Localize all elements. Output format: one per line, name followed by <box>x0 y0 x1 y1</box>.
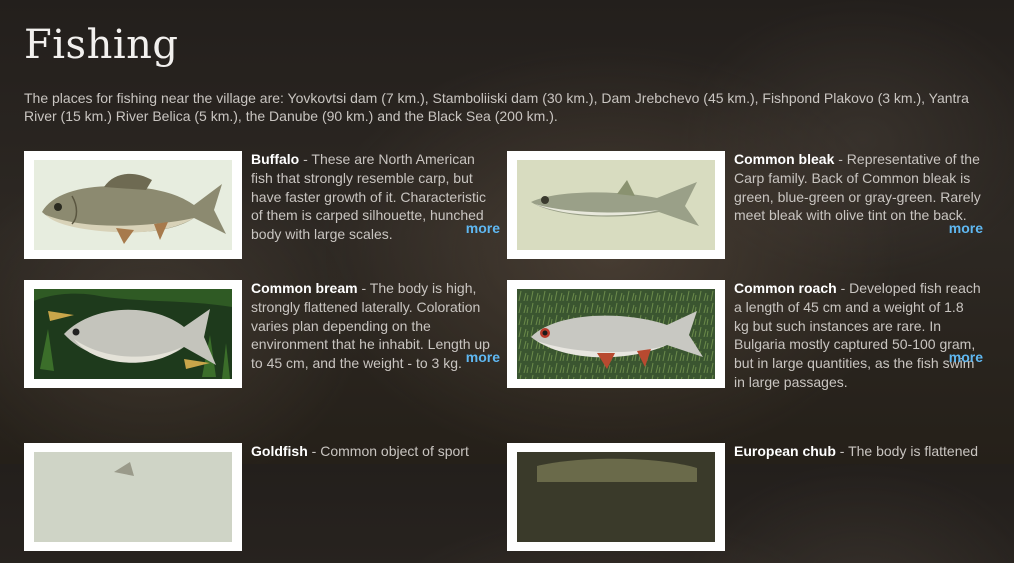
goldfish-image[interactable] <box>34 452 232 542</box>
fish-card-european-chub: European chub - The body is flattened <box>507 443 991 563</box>
fish-name: Goldfish <box>251 443 308 459</box>
fish-name: European chub <box>734 443 836 459</box>
fish-card-goldfish: Goldfish - Common object of sport <box>24 443 508 563</box>
fish-thumbnail-frame[interactable] <box>507 280 725 388</box>
fish-summary: - Common object of sport <box>307 443 469 459</box>
intro-text: The places for fishing near the village … <box>24 90 969 124</box>
fish-thumbnail-frame[interactable] <box>24 151 242 259</box>
fish-description: European chub - The body is flattened <box>734 442 982 461</box>
fish-description: Common roach - Developed fish reach a le… <box>734 279 982 392</box>
common-bream-image[interactable] <box>34 289 232 379</box>
fish-description: Common bream - The body is high, strongl… <box>251 279 499 373</box>
fish-description: Goldfish - Common object of sport <box>251 442 499 461</box>
more-link[interactable]: more <box>949 349 983 365</box>
european-chub-image[interactable] <box>517 452 715 542</box>
fish-name: Common roach <box>734 280 837 296</box>
fish-description: Common bleak - Representative of the Car… <box>734 150 982 225</box>
fish-summary: - Developed fish reach a length of 45 cm… <box>734 280 981 390</box>
fish-card-common-bleak: Common bleak - Representative of the Car… <box>507 151 991 271</box>
fish-thumbnail-frame[interactable] <box>507 151 725 259</box>
more-link[interactable]: more <box>949 220 983 236</box>
fish-card-common-bream: Common bream - The body is high, strongl… <box>24 280 508 400</box>
common-bleak-image[interactable] <box>517 160 715 250</box>
fish-thumbnail-frame[interactable] <box>24 280 242 388</box>
fish-description: Buffalo - These are North American fish … <box>251 150 499 244</box>
fish-thumbnail-frame[interactable] <box>507 443 725 551</box>
fish-summary: - The body is flattened <box>835 443 979 459</box>
fish-name: Buffalo <box>251 151 300 167</box>
buffalo-image[interactable] <box>34 160 232 250</box>
fish-name: Common bleak <box>734 151 835 167</box>
page-title: Fishing <box>24 22 179 68</box>
common-roach-image[interactable] <box>517 289 715 379</box>
more-link[interactable]: more <box>466 349 500 365</box>
fish-card-common-roach: Common roach - Developed fish reach a le… <box>507 280 991 400</box>
more-link[interactable]: more <box>466 220 500 236</box>
fish-name: Common bream <box>251 280 358 296</box>
fish-thumbnail-frame[interactable] <box>24 443 242 551</box>
fish-card-buffalo: Buffalo - These are North American fish … <box>24 151 508 271</box>
